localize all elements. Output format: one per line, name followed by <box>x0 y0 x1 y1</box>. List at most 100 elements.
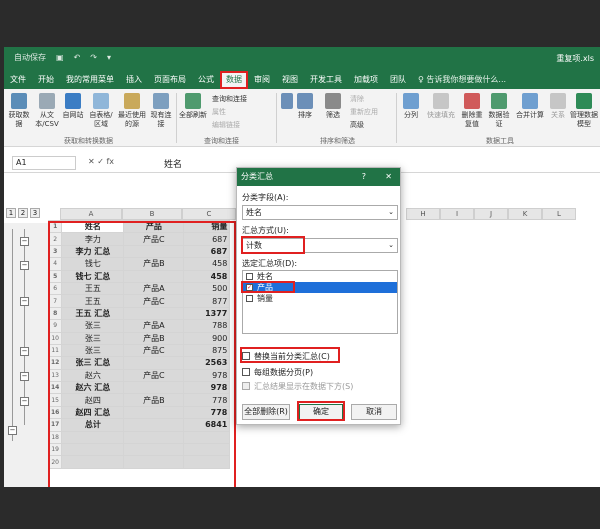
from-table-button[interactable]: 自表格/区域 <box>86 93 116 129</box>
sort-az-button[interactable] <box>280 93 294 111</box>
tell-me-search[interactable]: ♀ 告诉我你想要做什么... <box>418 71 506 89</box>
relationships-icon <box>550 93 566 109</box>
group-get-transform: 获取和转换数据 <box>64 137 113 145</box>
group-sort-filter: 排序和筛选 <box>320 137 355 145</box>
from-csv-button[interactable]: 从文本/CSV <box>32 93 62 129</box>
get-data-button[interactable]: 获取数据 <box>6 93 32 129</box>
collapse-icon[interactable]: − <box>20 237 29 246</box>
dialog-title: 分类汇总 <box>241 172 273 181</box>
tab-insert[interactable]: 插入 <box>120 71 148 89</box>
outline-bracket-line <box>24 229 25 425</box>
tab-data[interactable]: 数据 <box>220 71 248 89</box>
checkbox <box>242 382 250 390</box>
filter-icon <box>325 93 341 109</box>
collapse-icon[interactable]: − <box>20 347 29 356</box>
consolidate-button[interactable]: 合并计算 <box>514 93 546 120</box>
queries-connections-button[interactable]: 查询和连接 <box>212 94 247 104</box>
items-list[interactable]: 姓名 ✓ 产品 销量 <box>242 270 398 334</box>
item-highlight <box>241 281 295 293</box>
tab-page-layout[interactable]: 页面布局 <box>148 71 192 89</box>
col-header-a[interactable]: A <box>60 208 122 220</box>
ribbon-tabs: 文件 开始 我的常用菜单 插入 页面布局 公式 数据 审阅 视图 开发工具 加载… <box>4 71 600 89</box>
tab-view[interactable]: 视图 <box>276 71 304 89</box>
from-web-button[interactable]: 自网站 <box>62 93 84 120</box>
formula-buttons[interactable]: ✕ ✓ fx <box>88 157 114 166</box>
group-field-label: 分类字段(A): <box>242 193 289 202</box>
validation-icon <box>491 93 507 109</box>
database-icon <box>11 93 27 109</box>
relationships-button[interactable]: 关系 <box>548 93 568 120</box>
collapse-icon[interactable]: − <box>8 426 17 435</box>
redo-icon[interactable]: ↷ <box>90 53 97 62</box>
data-model-icon <box>576 93 592 109</box>
consolidate-icon <box>522 93 538 109</box>
items-label: 选定汇总项(D): <box>242 259 298 268</box>
col-header-c[interactable]: C <box>182 208 236 220</box>
list-item[interactable]: 销量 <box>243 293 397 304</box>
tab-home[interactable]: 开始 <box>32 71 60 89</box>
flash-fill-icon <box>433 93 449 109</box>
web-icon <box>65 93 81 109</box>
undo-icon[interactable]: ↶ <box>74 53 81 62</box>
existing-connections-button[interactable]: 现有连接 <box>150 93 172 129</box>
tab-review[interactable]: 审阅 <box>248 71 276 89</box>
tab-my-menu[interactable]: 我的常用菜单 <box>60 71 120 89</box>
advanced-button[interactable]: 高级 <box>350 120 364 130</box>
collapse-icon[interactable]: − <box>20 372 29 381</box>
name-box[interactable]: A1 <box>12 156 76 170</box>
remove-all-button[interactable]: 全部删除(R) <box>242 404 290 420</box>
refresh-all-button[interactable]: 全部刷新 <box>178 93 208 120</box>
qat-dropdown-icon[interactable]: ▾ <box>107 53 111 62</box>
checkbox[interactable] <box>246 273 253 280</box>
tab-addins[interactable]: 加载项 <box>348 71 384 89</box>
outline-level-2[interactable]: 2 <box>18 208 28 218</box>
manage-data-model-button[interactable]: 管理数据模型 <box>570 93 598 129</box>
checkbox[interactable] <box>246 295 253 302</box>
reapply-button[interactable]: 重新应用 <box>350 107 378 117</box>
page-break-checkbox[interactable]: 每组数据分页(P) <box>242 367 313 378</box>
data-validation-button[interactable]: 数据验证 <box>486 93 512 129</box>
replace-highlight <box>240 347 340 363</box>
remove-duplicates-button[interactable]: 删除重复值 <box>460 93 484 129</box>
close-icon[interactable]: ✕ <box>385 168 392 186</box>
text-to-columns-button[interactable]: 分列 <box>400 93 422 120</box>
group-field-select[interactable]: 姓名 ⌄ <box>242 205 398 220</box>
summary-below-checkbox[interactable]: 汇总结果显示在数据下方(S) <box>242 381 353 392</box>
remove-duplicates-icon <box>464 93 480 109</box>
flash-fill-button[interactable]: 快速填充 <box>424 93 458 120</box>
sort-button[interactable]: 排序 <box>294 93 316 120</box>
tab-developer[interactable]: 开发工具 <box>304 71 348 89</box>
ribbon-separator <box>176 93 177 143</box>
recent-sources-button[interactable]: 最近使用的源 <box>116 93 148 129</box>
refresh-icon <box>185 93 201 109</box>
sort-icon <box>297 93 313 109</box>
col-header-i[interactable]: I <box>440 208 474 220</box>
col-header-j[interactable]: J <box>474 208 508 220</box>
collapse-icon[interactable]: − <box>20 297 29 306</box>
split-icon <box>403 93 419 109</box>
save-icon[interactable]: ▣ <box>56 53 64 62</box>
formula-input[interactable]: 姓名 <box>164 157 182 170</box>
col-header-h[interactable]: H <box>406 208 440 220</box>
filter-button[interactable]: 筛选 <box>322 93 344 120</box>
clear-button[interactable]: 清除 <box>350 94 364 104</box>
selection-highlight <box>48 221 236 487</box>
col-header-k[interactable]: K <box>508 208 542 220</box>
text-file-icon <box>39 93 55 109</box>
collapse-icon[interactable]: − <box>20 397 29 406</box>
properties-button[interactable]: 属性 <box>212 107 226 117</box>
edit-links-button[interactable]: 编辑链接 <box>212 120 240 130</box>
function-highlight <box>241 236 305 254</box>
cancel-button[interactable]: 取消 <box>351 404 397 420</box>
collapse-icon[interactable]: − <box>20 261 29 270</box>
table-icon <box>93 93 109 109</box>
outline-level-3[interactable]: 3 <box>30 208 40 218</box>
outline-level-1[interactable]: 1 <box>6 208 16 218</box>
col-header-l[interactable]: L <box>542 208 576 220</box>
col-header-b[interactable]: B <box>122 208 182 220</box>
tab-team[interactable]: 团队 <box>384 71 412 89</box>
tab-formulas[interactable]: 公式 <box>192 71 220 89</box>
tab-file[interactable]: 文件 <box>4 71 32 89</box>
autosave-label[interactable]: 自动保存 <box>14 52 46 63</box>
help-icon[interactable]: ? <box>362 168 366 186</box>
